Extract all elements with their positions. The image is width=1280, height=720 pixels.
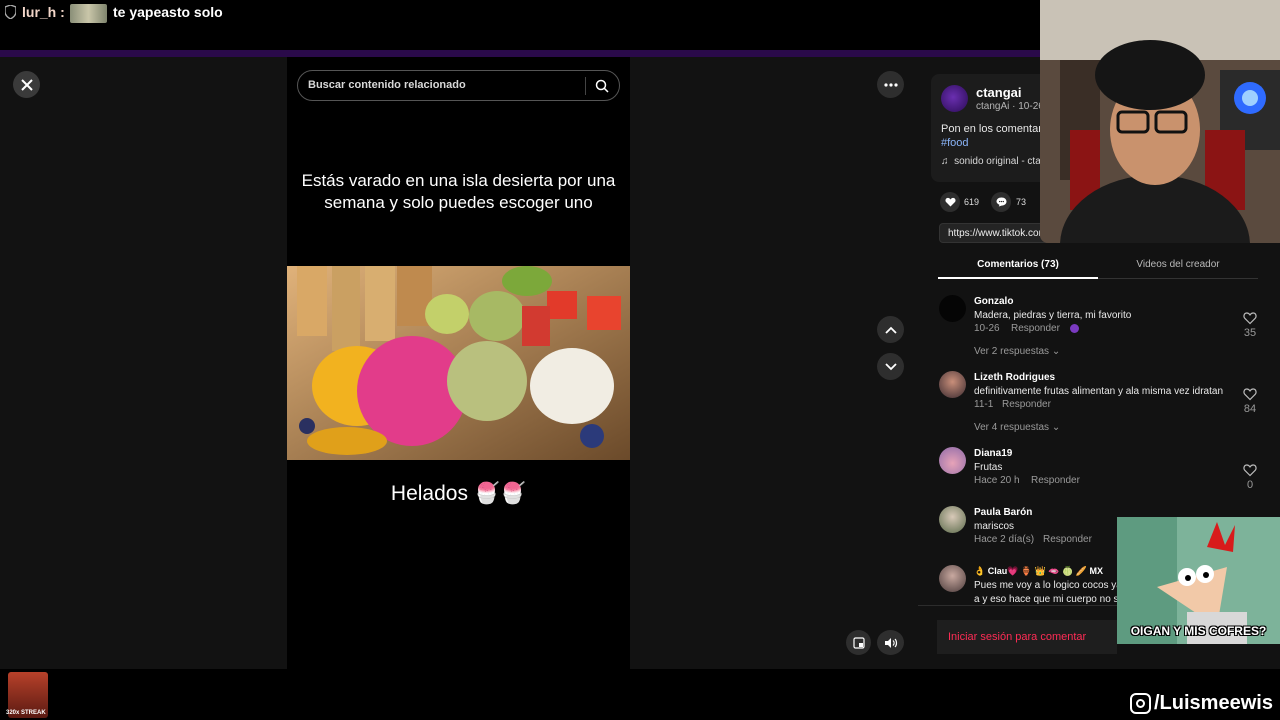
search-icon[interactable] <box>595 79 609 93</box>
video-caption-bottom: Helados 🍧🍧 <box>390 482 527 505</box>
comment-author[interactable]: Gonzalo <box>974 296 1013 307</box>
like-button[interactable] <box>940 192 960 212</box>
shield-icon <box>5 5 16 19</box>
comment-text: mariscos <box>974 521 1015 532</box>
social-handle: /Luismeewis <box>1154 692 1273 714</box>
avatar[interactable] <box>939 506 966 533</box>
comment-like-count: 84 <box>1243 403 1257 415</box>
reply-button[interactable]: Responder <box>1011 323 1060 334</box>
comment-button[interactable] <box>991 192 1011 212</box>
streak-label: 320x STREAK <box>6 710 46 716</box>
chevron-up-icon <box>884 326 897 334</box>
sound-link[interactable]: ♫ sonido original - cta <box>941 156 1041 167</box>
next-video-button[interactable] <box>877 353 904 380</box>
hashtag-link[interactable]: #food <box>941 137 969 149</box>
stream-chat-bar: lur_h : te yapeasto solo <box>0 0 1040 57</box>
video-caption-top: Estás varado en una isla desierta por un… <box>301 171 616 212</box>
more-dots-icon <box>883 82 898 87</box>
search-bar[interactable]: Buscar contenido relacionado <box>297 70 620 101</box>
search-input[interactable]: Buscar contenido relacionado <box>308 79 466 91</box>
author-handle: ctangAi · 10-26 <box>976 101 1044 112</box>
active-tab-indicator <box>938 277 1098 279</box>
comment-author[interactable]: Lizeth Rodrigues <box>974 372 1055 383</box>
webcam-overlay <box>1040 0 1280 243</box>
view-replies-button[interactable]: Ver 2 respuestas ⌄ <box>974 346 1060 357</box>
avatar[interactable] <box>939 447 966 474</box>
tab-comments[interactable]: Comentarios (73) <box>938 259 1098 270</box>
reply-button[interactable]: Responder <box>1043 534 1092 545</box>
screen: lur_h : te yapeasto solo Buscar contenid… <box>0 0 1280 720</box>
comment-like-count: 35 <box>1243 327 1257 339</box>
comment-author[interactable]: Paula Barón <box>974 507 1032 518</box>
comment-date: Hace 2 día(s) <box>974 534 1035 545</box>
volume-icon <box>884 637 897 648</box>
tab-creator-videos[interactable]: Videos del creador <box>1098 259 1258 270</box>
heart-icon[interactable] <box>1243 463 1257 477</box>
chat-emote <box>70 4 107 23</box>
ice-cream-image <box>287 266 630 460</box>
reply-button[interactable]: Responder <box>1031 475 1080 486</box>
view-replies-button[interactable]: Ver 4 respuestas ⌄ <box>974 422 1060 433</box>
heart-icon[interactable] <box>1243 387 1257 401</box>
comment-icon <box>996 197 1006 207</box>
previous-video-button[interactable] <box>877 316 904 343</box>
music-note-icon: ♫ <box>941 156 949 167</box>
avatar[interactable] <box>939 371 966 398</box>
comment-like-count: 0 <box>1246 479 1254 491</box>
ice-cream-illustration <box>287 266 630 460</box>
view-replies-label: Ver 4 respuestas <box>974 422 1050 433</box>
heart-icon <box>944 197 956 207</box>
more-options-button[interactable] <box>877 71 904 98</box>
floating-player-icon <box>852 636 865 649</box>
floating-player-button[interactable] <box>846 630 871 655</box>
view-replies-label: Ver 2 respuestas <box>974 346 1050 357</box>
comment-count: 73 <box>1016 197 1027 207</box>
comment-text: Madera, piedras y tierra, mi favorito <box>974 310 1132 321</box>
close-button[interactable] <box>13 71 40 98</box>
comment-author[interactable]: 👌 Clau💗 🏺 👑 🫦 🍈 🥖 MX <box>974 566 1103 577</box>
creator-liked-badge <box>1070 324 1079 333</box>
chevron-down-icon: ⌄ <box>1051 422 1061 433</box>
comment-author[interactable]: Diana19 <box>974 448 1012 459</box>
chat-message: te yapeasto solo <box>113 4 223 20</box>
avatar[interactable] <box>939 565 966 592</box>
login-to-comment-link[interactable]: Iniciar sesión para comentar <box>948 631 1086 643</box>
webcam-illustration <box>1040 0 1280 243</box>
comment-text: definitivamente frutas alimentan y ala m… <box>974 386 1224 397</box>
sound-label: sonido original - cta <box>954 156 1041 167</box>
reply-button[interactable]: Responder <box>1002 399 1051 410</box>
comment-text-continued: a y eso hace que mi cuerpo no se <box>974 594 1125 605</box>
volume-button[interactable] <box>877 630 904 655</box>
like-count: 619 <box>964 197 980 207</box>
comment-text: Pues me voy a lo logico cocos ya <box>974 580 1122 591</box>
author-avatar[interactable] <box>941 85 968 112</box>
heart-icon[interactable] <box>1243 311 1257 325</box>
comment-date: Hace 20 h <box>974 475 1020 486</box>
comment-date: 10-26 <box>974 323 1000 334</box>
comment-text: Frutas <box>974 462 1003 473</box>
meme-caption: OIGAN Y MIS COFRES? <box>1130 624 1267 638</box>
close-icon <box>20 78 33 91</box>
divider <box>585 77 586 95</box>
chevron-down-icon <box>884 362 897 370</box>
chat-username: lur_h : <box>22 4 65 20</box>
chevron-down-icon: ⌄ <box>1051 346 1061 357</box>
video-description: Pon en los comentarios <box>941 123 1056 135</box>
avatar[interactable] <box>939 295 966 322</box>
author-name[interactable]: ctangai <box>976 85 1022 100</box>
comment-date: 11-1 <box>974 399 994 410</box>
divider <box>0 50 1040 57</box>
instagram-icon <box>1130 693 1151 714</box>
